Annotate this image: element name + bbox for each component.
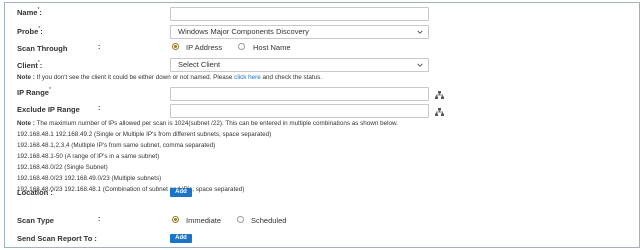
ip-range-input[interactable] <box>170 87 429 101</box>
scan-type-immediate-label: Immediate <box>186 216 222 225</box>
scan-type-label: Scan Type <box>17 216 54 225</box>
required-marker: * <box>37 60 40 66</box>
scan-type-immediate-radio[interactable] <box>172 216 179 223</box>
send-report-add-button[interactable]: Add <box>170 234 192 243</box>
ip-range-label: IP Range* <box>17 87 51 97</box>
client-select[interactable]: Select Client <box>170 58 429 72</box>
chevron-down-icon <box>417 63 423 67</box>
ip-example-line: 192.168.48.1 192.168.49.2 (Single or Mul… <box>17 131 272 138</box>
exclude-ip-label: Exclude IP Range <box>17 105 80 114</box>
scan-through-host-label: Host Name <box>253 43 291 52</box>
ip-example-line: 192.168.48.0/22 (Single Subnet) <box>17 164 108 171</box>
ip-example-line: 192.168.48.0/23 192.168.49.0/23 (Multipl… <box>17 175 162 182</box>
location-label: Location : <box>17 188 53 197</box>
network-tree-icon[interactable] <box>435 108 444 116</box>
scan-type-scheduled-label: Scheduled <box>251 216 287 225</box>
client-select-value: Select Client <box>178 60 221 69</box>
scan-through-ip-label: IP Address <box>186 43 223 52</box>
label-colon: : <box>98 216 101 223</box>
required-marker: * <box>38 26 41 32</box>
probe-select-value: Windows Major Components Discovery <box>178 27 309 36</box>
probe-label: Probe*: <box>17 26 43 36</box>
ip-example-line: 192.168.48.1,2,3,4 (Multiple IP's from s… <box>17 142 216 149</box>
required-marker: * <box>48 87 51 93</box>
scan-type-scheduled-radio[interactable] <box>237 216 244 223</box>
label-colon: : <box>98 44 101 51</box>
scan-through-host-radio[interactable] <box>238 43 245 50</box>
chevron-down-icon <box>417 30 423 34</box>
probe-select[interactable]: Windows Major Components Discovery <box>170 25 429 39</box>
client-status-link[interactable]: click here <box>234 74 261 81</box>
scan-through-label: Scan Through <box>17 44 68 53</box>
location-add-button[interactable]: Add <box>170 188 192 197</box>
network-tree-icon[interactable] <box>435 91 444 99</box>
client-label: Client*: <box>17 60 43 70</box>
send-report-label: Send Scan Report To : <box>17 234 97 243</box>
ip-example-line: 192.168.48.1-50 (A range of IP's in a sa… <box>17 153 160 160</box>
ip-limit-note: Note : The maximum number of IPs allowed… <box>17 120 398 127</box>
client-note: Note : If you don't see the client it co… <box>17 74 323 81</box>
label-colon: : <box>98 105 101 112</box>
scan-through-ip-radio[interactable] <box>172 43 179 50</box>
name-label: Name*: <box>17 7 42 17</box>
exclude-ip-input[interactable] <box>170 104 429 118</box>
name-input[interactable] <box>170 7 429 21</box>
